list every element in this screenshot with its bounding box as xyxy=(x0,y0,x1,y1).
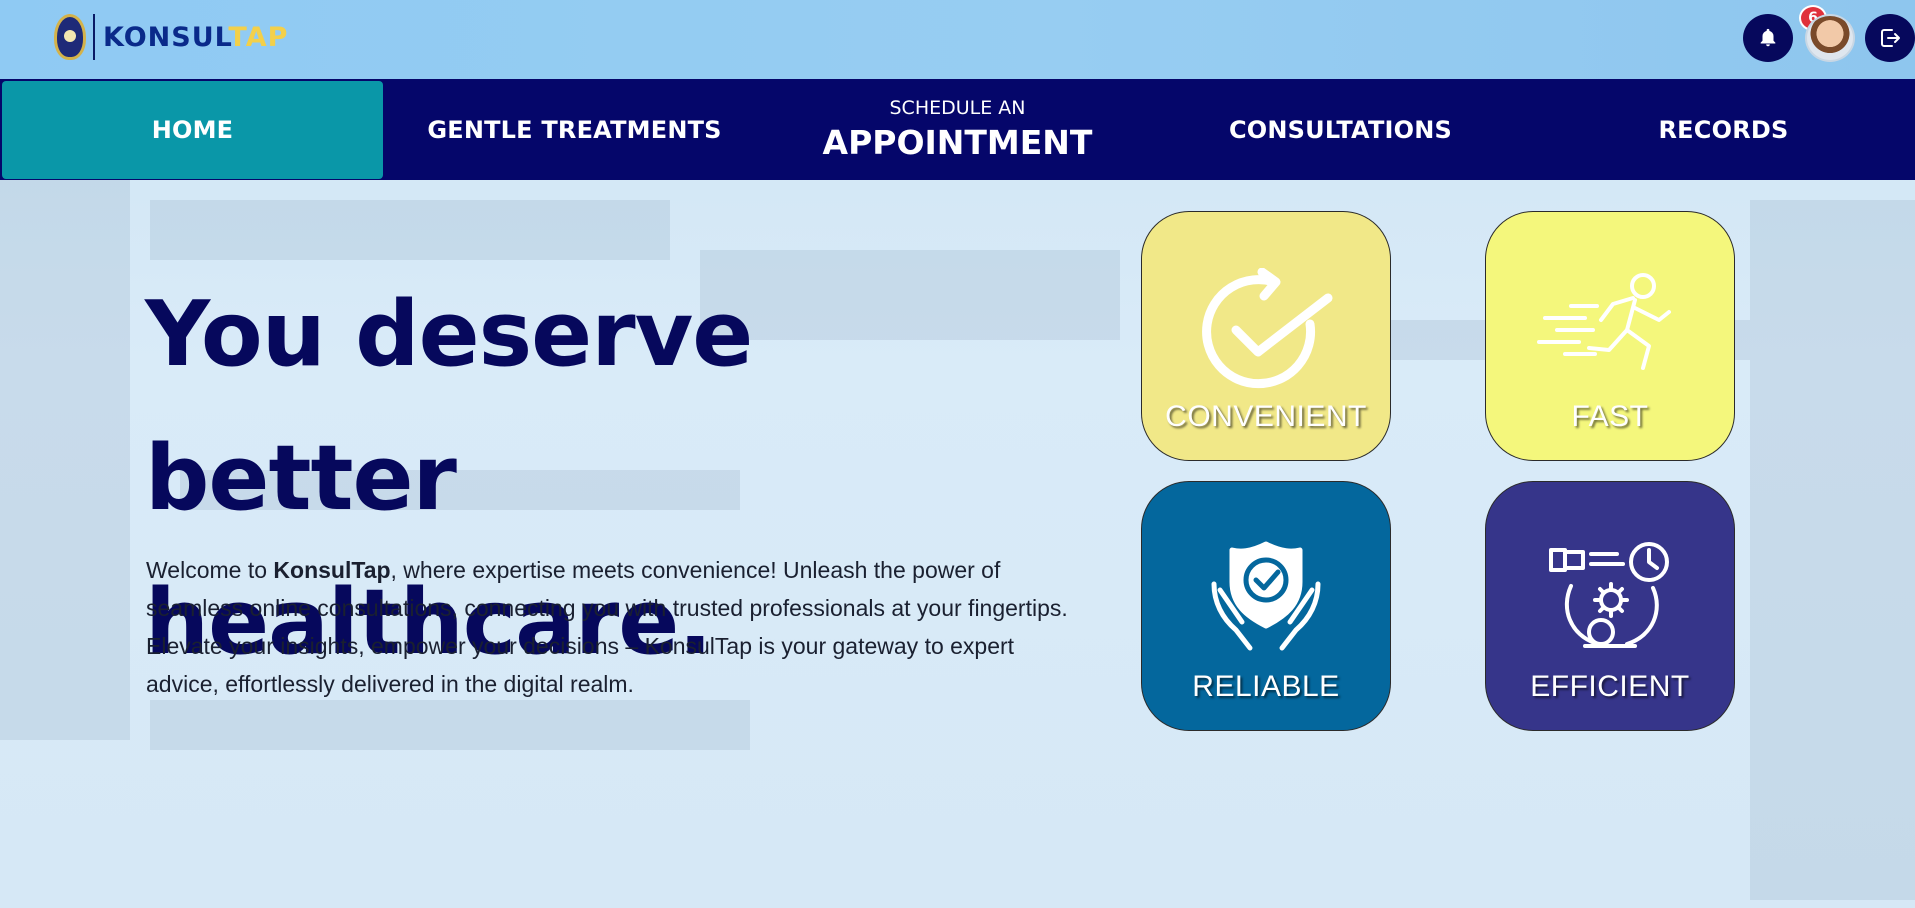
nav-records[interactable]: RECORDS xyxy=(1532,79,1915,180)
hero-title-line1: You deserve better xyxy=(145,282,753,531)
nav-home-label: HOME xyxy=(151,116,234,144)
top-actions: 6 xyxy=(1725,5,1915,62)
main-nav: HOME GENTLE TREATMENTS SCHEDULE AN APPOI… xyxy=(0,79,1915,180)
feature-tile-fast: FAST xyxy=(1485,211,1735,461)
nav-gentle-treatments-label: GENTLE TREATMENTS xyxy=(427,115,722,144)
gear-clock-icon xyxy=(1549,542,1669,648)
feature-tile-convenient: CONVENIENT xyxy=(1141,211,1391,461)
hero-intro-brand: KonsulTap xyxy=(273,557,391,583)
check-cycle-icon xyxy=(1202,268,1333,389)
nav-home[interactable]: HOME xyxy=(2,81,383,179)
logo[interactable]: KONSULTAP xyxy=(54,12,288,62)
bell-icon xyxy=(1760,28,1776,47)
nav-consultations[interactable]: CONSULTATIONS xyxy=(1149,79,1532,180)
logout-button[interactable] xyxy=(1865,14,1915,62)
nav-records-label: RECORDS xyxy=(1658,115,1789,144)
feature-label-convenient: CONVENIENT xyxy=(1165,400,1367,433)
feature-tile-efficient: EFFICIENT xyxy=(1485,481,1735,731)
notifications-button[interactable]: 6 xyxy=(1743,5,1827,62)
nav-schedule-big-label: APPOINTMENT xyxy=(822,123,1093,162)
nav-schedule-appointment[interactable]: SCHEDULE AN APPOINTMENT xyxy=(766,79,1149,180)
feature-label-fast: FAST xyxy=(1571,400,1649,433)
avatar[interactable] xyxy=(1805,14,1855,62)
feature-tile-reliable: RELIABLE xyxy=(1141,481,1391,731)
hero-intro: Welcome to KonsulTap, where expertise me… xyxy=(146,557,1068,697)
logo-divider xyxy=(93,14,95,60)
logout-icon xyxy=(1881,29,1900,47)
brand-wordmark: KONSULTAP xyxy=(103,21,289,53)
top-bar: KONSULTAP 6 xyxy=(0,0,1915,79)
feature-label-reliable: RELIABLE xyxy=(1192,670,1340,703)
nav-consultations-label: CONSULTATIONS xyxy=(1228,115,1453,144)
university-seal-icon xyxy=(54,14,86,60)
nav-gentle-treatments[interactable]: GENTLE TREATMENTS xyxy=(383,79,766,180)
nav-schedule-small-label: SCHEDULE AN xyxy=(889,97,1026,119)
feature-label-efficient: EFFICIENT xyxy=(1530,670,1690,703)
running-person-icon xyxy=(1537,273,1671,370)
shield-hands-icon xyxy=(1211,541,1321,651)
